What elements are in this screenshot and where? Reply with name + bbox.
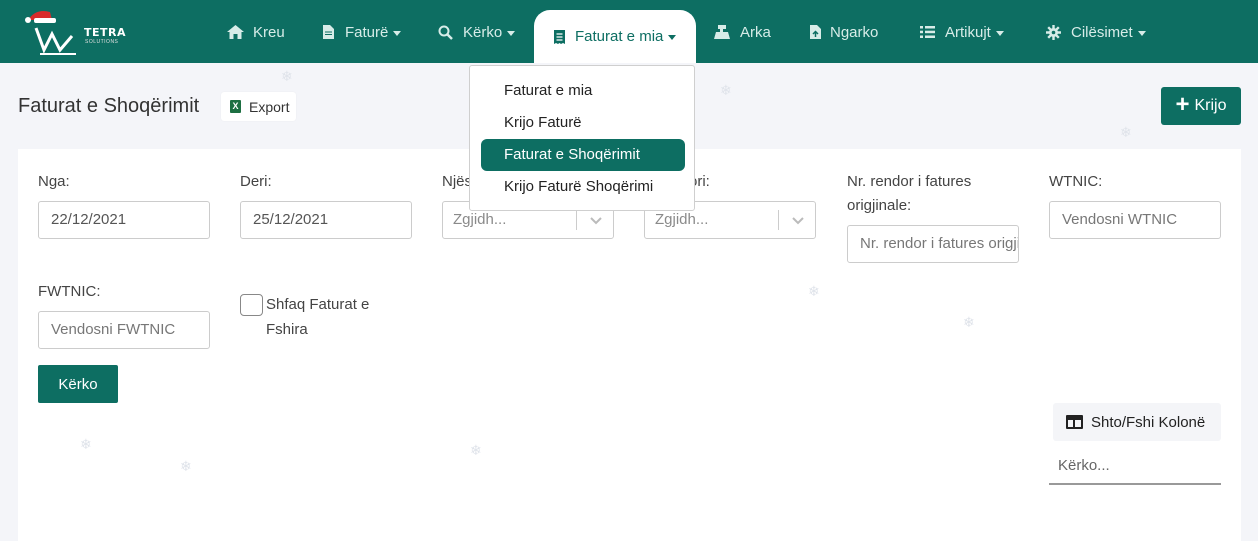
nav-ngarko[interactable]: Ngarko <box>809 10 878 54</box>
nav-kerko[interactable]: Kërko <box>438 10 516 54</box>
faturat-e-mia-dropdown: Faturat e mia Krijo Faturë Faturat e Sho… <box>469 65 695 211</box>
nav-artikujt-label: Artikujt <box>945 23 991 41</box>
nav-fature[interactable]: Faturë <box>322 10 402 54</box>
chevron-down-icon <box>792 217 804 225</box>
nav-fature-label: Faturë <box>345 23 389 41</box>
export-button[interactable]: X Export <box>221 92 296 121</box>
original-invoice-label: Nr. rendor i fatures origjinale: <box>847 173 972 214</box>
plus-icon: + <box>1175 91 1190 118</box>
chevron-down-icon <box>590 217 602 225</box>
show-deleted-label[interactable]: Shfaq Faturat e Fshira <box>266 292 386 342</box>
create-button[interactable]: + Krijo <box>1161 87 1241 125</box>
snowflake-icon: ❄ <box>1120 124 1132 140</box>
gear-icon <box>1046 24 1061 40</box>
nav-faturat-e-mia[interactable]: Faturat e mia <box>534 10 697 63</box>
snowflake-icon: ❄ <box>963 314 975 330</box>
list-icon <box>920 24 935 40</box>
chevron-down-icon <box>507 30 516 36</box>
cash-register-icon <box>714 24 730 40</box>
from-date-input[interactable]: 22/12/2021 <box>38 201 210 239</box>
snowflake-icon: ❄ <box>180 458 192 474</box>
snowflake-icon: ❄ <box>720 82 732 98</box>
brand-logo[interactable]: TETRA SOLUTIONS <box>22 6 132 56</box>
toggle-columns-button[interactable]: Shto/Fshi Kolonë <box>1053 403 1221 441</box>
fwtnic-label: FWTNIC: <box>38 283 101 300</box>
select-separator <box>576 210 577 230</box>
columns-icon <box>1066 415 1083 429</box>
page-title: Faturat e Shoqërimit <box>18 95 200 117</box>
brand-sub: SOLUTIONS <box>85 39 119 45</box>
dropdown-item-krijo-fature-shoqerimi[interactable]: Krijo Faturë Shoqërimi <box>481 171 685 203</box>
to-date-label: Deri: <box>240 173 272 190</box>
dropdown-item-faturat-e-shoqerimit[interactable]: Faturat e Shoqërimit <box>481 139 685 171</box>
table-search-input[interactable]: Kërko... <box>1049 449 1221 485</box>
nav-kreu[interactable]: Kreu <box>226 10 285 54</box>
fwtnic-input[interactable]: Vendosni FWTNIC <box>38 311 210 349</box>
to-date-input[interactable]: 25/12/2021 <box>240 201 412 239</box>
show-deleted-checkbox[interactable] <box>240 294 263 316</box>
receipt-icon <box>554 29 565 45</box>
brand-name: TETRA <box>84 26 127 39</box>
snowflake-icon: ❄ <box>808 283 820 299</box>
snowflake-icon: ❄ <box>281 68 293 84</box>
top-navbar: TETRA SOLUTIONS Kreu Faturë Kërko Fatura… <box>0 0 1258 63</box>
home-icon <box>226 24 244 40</box>
nav-artikujt[interactable]: Artikujt <box>920 10 1004 54</box>
create-label: Krijo <box>1194 97 1227 114</box>
search-button[interactable]: Kërko <box>38 365 118 403</box>
nav-arka[interactable]: Arka <box>714 10 771 54</box>
nav-kreu-label: Kreu <box>253 23 285 41</box>
nav-ngarko-label: Ngarko <box>830 23 879 41</box>
wtnic-input[interactable]: Vendosni WTNIC <box>1049 201 1221 239</box>
original-invoice-input[interactable]: Nr. rendor i fatures origjinale <box>847 225 1019 263</box>
chevron-down-icon <box>393 30 402 36</box>
chevron-down-icon <box>995 30 1004 36</box>
select-separator <box>778 210 779 230</box>
dropdown-item-krijo-fature[interactable]: Krijo Faturë <box>481 107 685 139</box>
search-icon <box>438 24 453 40</box>
snowflake-icon: ❄ <box>470 442 482 458</box>
from-date-label: Nga: <box>38 173 70 190</box>
dropdown-item-faturat-e-mia[interactable]: Faturat e mia <box>481 75 685 107</box>
toggle-columns-label: Shto/Fshi Kolonë <box>1091 413 1206 431</box>
wtnic-label: WTNIC: <box>1049 173 1103 190</box>
chevron-down-icon <box>668 35 677 40</box>
export-label: Export <box>249 98 290 115</box>
nav-cilesimet-label: Cilësimet <box>1071 23 1133 41</box>
nav-kerko-label: Kërko <box>463 23 503 41</box>
file-icon <box>322 24 334 40</box>
snowflake-icon: ❄ <box>80 436 92 452</box>
chevron-down-icon <box>1137 30 1146 36</box>
file-upload-icon <box>809 24 821 40</box>
excel-file-icon: X <box>230 100 241 113</box>
nav-arka-label: Arka <box>740 23 771 41</box>
santa-hat-logo-icon <box>25 11 76 55</box>
nav-faturat-e-mia-label: Faturat e mia <box>575 28 664 45</box>
nav-cilesimet[interactable]: Cilësimet <box>1046 10 1146 54</box>
